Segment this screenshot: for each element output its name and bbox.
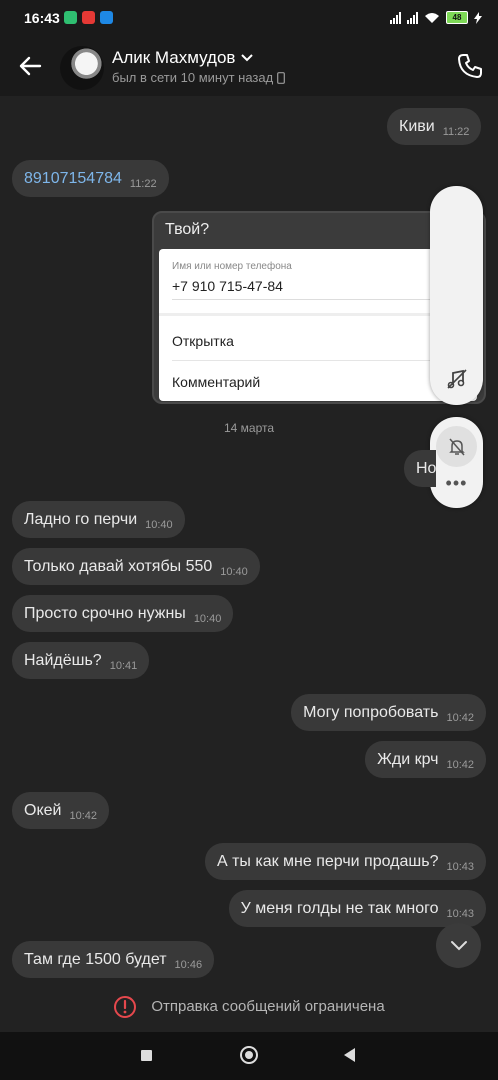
battery-icon: 48 bbox=[446, 11, 468, 24]
form-title: Твой? bbox=[165, 221, 210, 238]
contact-name-row[interactable]: Алик Махмудов bbox=[112, 48, 254, 68]
message-text: Но bbox=[416, 459, 437, 477]
message-time: 10:42 bbox=[446, 711, 474, 724]
message-bubble-in[interactable]: Там где 1500 будет 10:46 bbox=[12, 941, 215, 978]
recents-button[interactable] bbox=[141, 1050, 152, 1061]
message-time: 10:43 bbox=[446, 860, 474, 873]
message-text: Ладно го перчи bbox=[24, 510, 138, 528]
message-bubble-out[interactable]: У меня голды не так много 10:43 bbox=[228, 890, 486, 927]
signal-icon-2 bbox=[407, 11, 418, 24]
recipient-field[interactable]: +7 910 715-47-84 bbox=[172, 278, 283, 294]
message-text: У меня голды не так много bbox=[240, 899, 439, 917]
chevron-down-icon bbox=[241, 54, 254, 62]
message-bubble-in[interactable]: Окей 10:42 bbox=[12, 792, 109, 829]
message-bubble-out[interactable]: А ты как мне перчи продашь? 10:43 bbox=[204, 843, 486, 880]
message-text: Могу попробовать bbox=[303, 703, 439, 721]
scroll-to-bottom-button[interactable] bbox=[436, 923, 481, 968]
phone-number-link[interactable]: 89107154784 bbox=[24, 170, 122, 188]
chevron-down-icon bbox=[450, 940, 467, 950]
message-time: 10:42 bbox=[446, 758, 474, 771]
message-time: 10:42 bbox=[69, 809, 97, 822]
message-text: Только давай хотябы 550 bbox=[24, 557, 213, 575]
message-text: А ты как мне перчи продашь? bbox=[216, 852, 439, 870]
message-time: 10:40 bbox=[145, 518, 173, 531]
message-time: 11:22 bbox=[129, 177, 157, 190]
date-separator: 14 марта bbox=[223, 421, 275, 435]
postcard-option[interactable]: Открытка bbox=[172, 333, 234, 349]
floating-panel-top bbox=[430, 186, 483, 405]
message-bubble-out[interactable]: Киви 11:22 bbox=[387, 108, 482, 145]
message-text: Просто срочно нужны bbox=[24, 604, 186, 622]
message-text: Там где 1500 будет bbox=[24, 950, 167, 968]
message-bubble-in[interactable]: Просто срочно нужны 10:40 bbox=[12, 595, 234, 632]
message-bubble-in[interactable]: Найдёшь? 10:41 bbox=[12, 642, 150, 679]
restriction-notice: Отправка сообщений ограничена bbox=[0, 990, 498, 1023]
shield-app-icon bbox=[64, 11, 77, 24]
notification-icons bbox=[64, 11, 113, 24]
mobile-device-icon bbox=[277, 71, 286, 84]
system-nav-bar bbox=[0, 1032, 498, 1080]
message-time: 10:40 bbox=[220, 565, 248, 578]
signal-icon bbox=[390, 11, 401, 24]
wifi-icon bbox=[425, 12, 439, 23]
message-time: 10:46 bbox=[174, 958, 203, 971]
presence-text: был в сети 10 минут назад bbox=[112, 70, 274, 85]
message-time: 10:41 bbox=[109, 659, 138, 672]
message-text: Найдёшь? bbox=[24, 651, 102, 669]
message-bubble-in[interactable]: 89107154784 11:22 bbox=[12, 160, 169, 197]
message-bubble-out[interactable]: Жди крч 10:42 bbox=[365, 741, 486, 778]
bell-off-icon bbox=[448, 438, 465, 455]
recipient-field-label: Имя или номер телефона bbox=[172, 261, 292, 272]
back-arrow-icon[interactable] bbox=[16, 52, 44, 80]
message-bubble-out[interactable]: Могу попробовать 10:42 bbox=[291, 694, 486, 731]
avatar[interactable] bbox=[60, 46, 104, 90]
comment-option[interactable]: Комментарий bbox=[172, 374, 260, 390]
restriction-text: Отправка сообщений ограничена bbox=[151, 998, 385, 1015]
message-bubble-in[interactable]: Только давай хотябы 550 10:40 bbox=[12, 548, 260, 585]
back-button[interactable] bbox=[344, 1048, 355, 1062]
system-icons: 48 bbox=[390, 11, 482, 24]
message-time: 10:40 bbox=[193, 612, 222, 625]
message-text: Жди крч bbox=[377, 750, 439, 768]
message-bubble-in[interactable]: Ладно го перчи 10:40 bbox=[12, 501, 185, 538]
message-text: Окей bbox=[24, 801, 62, 819]
contact-name: Алик Махмудов bbox=[112, 48, 236, 67]
youtube-icon bbox=[82, 11, 95, 24]
message-time: 10:43 bbox=[446, 907, 474, 920]
chat-header: Алик Махмудов был в сети 10 минут назад bbox=[0, 36, 498, 96]
status-bar: 16:43 48 bbox=[0, 0, 498, 36]
message-text: Киви bbox=[399, 117, 435, 135]
facebook-icon bbox=[100, 11, 113, 24]
phone-call-icon[interactable] bbox=[456, 52, 484, 80]
home-button[interactable] bbox=[240, 1046, 258, 1064]
more-options-icon[interactable]: ••• bbox=[430, 473, 483, 494]
message-bubble-out[interactable]: Но bbox=[404, 450, 437, 487]
warning-icon bbox=[114, 995, 137, 1018]
message-time: 11:22 bbox=[442, 125, 470, 138]
charging-icon bbox=[474, 11, 482, 24]
status-time: 16:43 bbox=[24, 10, 60, 26]
presence-row: был в сети 10 минут назад bbox=[112, 70, 286, 85]
music-off-icon[interactable] bbox=[442, 364, 472, 394]
